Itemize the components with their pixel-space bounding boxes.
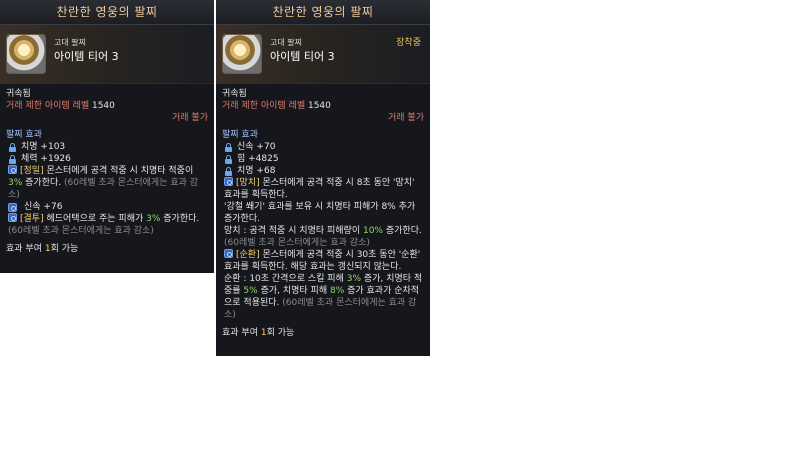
effect-text: 헤드어택으로 주는 피해가 [43,214,147,224]
bound-status: 귀속됨 [222,89,247,99]
effect-text: 증가한다. [22,178,62,188]
effect-text: 증가한다. [383,226,422,236]
lock-icon [8,142,17,152]
stat-row: 힘 +4825 [224,153,424,165]
effect-text: 순환 : 10초 간격으로 스킬 피해 [224,274,347,284]
effect-text: 증가한다. [160,214,200,224]
effect-gyeoltu: [결투] 헤드어택으로 주는 피해가 3% 증가한다. (60레벨 초과 몬스터… [8,213,208,237]
item-header: 고대 팔찌 아이템 티어 3 장착중 [216,25,430,84]
effect-bracket: [정밀] [20,166,44,176]
footer-text: 효과 부여 [222,328,261,338]
effect-note: (60레벨 초과 몬스터에게는 효과 감소) [8,226,154,236]
bound-status: 귀속됨 [6,89,31,99]
stat-text: 힘 +4825 [237,154,279,164]
effect-manchi: [망치] 몬스터에게 공격 적중 시 8초 동안 '망치' 효과를 획득한다. … [224,177,424,249]
effect-value: 3% [346,274,362,284]
item-title: 찬란한 영웅의 팔찌 [216,0,430,25]
stat-row: 체력 +1926 [8,153,208,165]
stat-text: 신속 +70 [237,142,276,152]
item-tier: 아이템 티어 3 [54,50,119,63]
item-header: 고대 팔찌 아이템 티어 3 [0,25,214,84]
effect-icon [8,202,17,212]
bracelet-tooltip-left: 찬란한 영웅의 팔찌 고대 팔찌 아이템 티어 3 귀속됨 거래 제한 아이템 … [0,0,214,273]
effect-text: '강철 쐐기' 효과를 보유 시 치명타 피해가 8% 추가 증가한다. [224,202,416,224]
effect-bracket: [순환] [236,250,260,260]
stat-row: 치명 +103 [8,141,208,153]
lock-icon [224,154,233,164]
equipped-badge: 장착중 [396,38,421,48]
effect-text: 몬스터에게 공격 적중 시 치명타 적중이 [43,166,194,176]
trade-level-value: 1540 [307,101,331,111]
effect-text: 망치 : 공격 적중 시 치명타 피해량이 [224,226,363,236]
effect-value: 8% [329,286,345,296]
effect-icon [8,165,17,174]
enchant-count: 효과 부여 1회 가능 [6,243,208,255]
stat-text: 치명 +68 [237,166,276,176]
lock-icon [224,142,233,152]
bracelet-icon [6,34,46,74]
trade-status: 거래 불가 [172,113,208,123]
effect-icon [224,177,233,186]
effect-text: 증가, 치명타 피해 [257,286,330,296]
effect-note: (60레벨 초과 몬스터에게는 효과 감소) [224,238,370,248]
lock-icon [224,166,233,176]
effect-bracket: [망치] [236,178,260,188]
enchant-count: 효과 부여 1회 가능 [222,327,424,339]
effect-jeongmil: [정밀] 몬스터에게 공격 적중 시 치명타 적중이 3% 증가한다. (60레… [8,165,208,201]
stat-text: 치명 +103 [21,142,66,152]
effect-icon [224,249,233,258]
item-grade: 고대 팔찌 [54,38,86,47]
item-tier: 아이템 티어 3 [270,50,335,63]
stat-row: 신속 +70 [224,141,424,153]
effect-icon [8,213,17,222]
effects-title: 팔찌 효과 [222,130,258,140]
effect-bracket: [결투] [20,214,44,224]
footer-text: 효과 부여 [6,244,45,254]
effect-value: 3% [8,178,23,188]
stat-row: 신속 +76 [8,201,208,213]
trade-level-label: 거래 제한 아이템 레벨 [222,101,306,111]
effect-value: 3% [146,214,161,224]
footer-text: 회 가능 [266,328,295,338]
item-title: 찬란한 영웅의 팔찌 [0,0,214,25]
stat-row: 치명 +68 [224,165,424,177]
effect-value: 10% [362,226,383,236]
bracelet-icon [222,34,262,74]
footer-text: 회 가능 [50,244,79,254]
lock-icon [8,154,17,164]
trade-level-label: 거래 제한 아이템 레벨 [6,101,90,111]
effects-title: 팔찌 효과 [6,130,42,140]
effect-sunhwan: [순환] 몬스터에게 공격 적중 시 30초 동안 '순환' 효과를 획득한다.… [224,249,424,321]
bracelet-tooltip-right: 찬란한 영웅의 팔찌 고대 팔찌 아이템 티어 3 장착중 귀속됨 거래 제한 … [216,0,430,356]
effect-value: 5% [243,286,258,296]
trade-status: 거래 불가 [388,113,424,123]
item-grade: 고대 팔찌 [270,38,302,47]
stat-text: 신속 +76 [24,202,63,212]
trade-level-value: 1540 [91,101,115,111]
stat-text: 체력 +1926 [21,154,71,164]
